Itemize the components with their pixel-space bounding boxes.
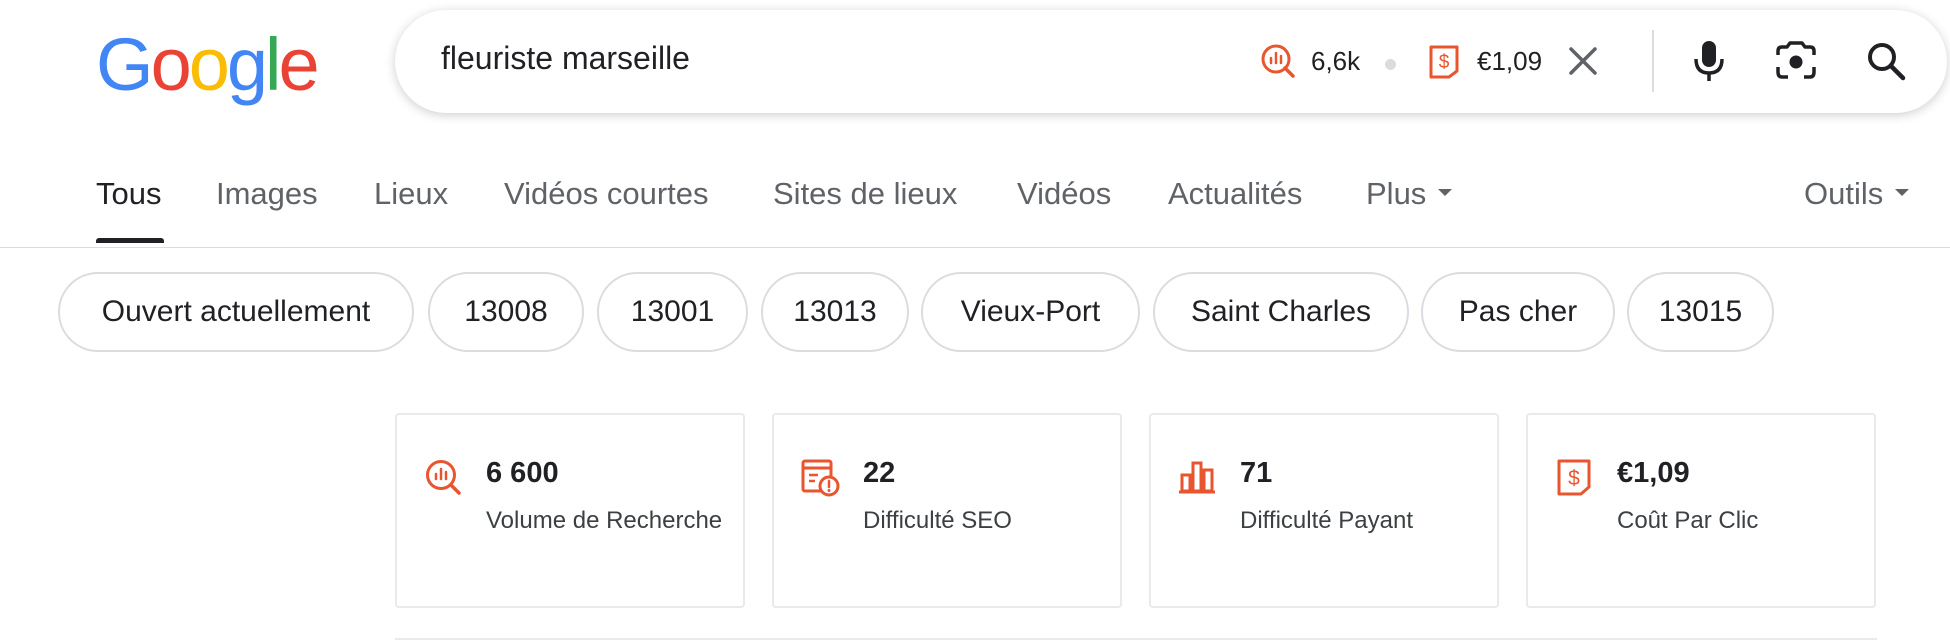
tab-actualites[interactable]: Actualités [1168,176,1302,212]
metric-value: 71 [1240,457,1273,489]
metric-card-cpc: $ €1,09 Coût Par Clic [1526,413,1876,608]
search-button[interactable] [1861,36,1911,86]
tools-menu[interactable]: Outils [1804,176,1910,212]
chevron-down-icon [1895,189,1910,197]
close-icon [1569,47,1597,75]
filter-chip[interactable]: Saint Charles [1153,272,1409,352]
cpc-icon: $ [1429,45,1459,79]
search-input[interactable]: fleuriste marseille [441,40,690,77]
metric-label: Volume de Recherche [486,507,723,534]
logo-letter: o [188,23,230,106]
seo-difficulty-icon [801,459,840,497]
logo-letter: g [226,23,268,106]
separator-dot [1385,59,1396,70]
tab-label: Tous [96,176,162,211]
volume-icon [1261,44,1295,78]
active-tab-indicator [96,238,164,243]
volume-value: 6,6k [1311,45,1361,76]
lens-icon [1776,41,1816,79]
tab-tous[interactable]: Tous [96,176,164,243]
metric-value: 6 600 [486,457,559,489]
search-icon [1868,43,1906,81]
clear-button[interactable] [1558,36,1608,86]
tools-label: Outils [1804,176,1884,211]
metric-label: Difficulté SEO [863,507,1012,534]
cpc-badge: $ €1,09 [1425,36,1542,86]
svg-text:$: $ [1439,52,1450,73]
tab-videos-courtes[interactable]: Vidéos courtes [504,176,709,212]
tabs-divider [0,247,1950,248]
metric-label: Difficulté Payant [1240,507,1413,534]
image-search-button[interactable] [1771,36,1821,86]
tab-images[interactable]: Images [216,176,318,212]
logo-letter: G [96,23,154,106]
chevron-down-icon [1438,189,1453,197]
voice-search-button[interactable] [1684,36,1734,86]
next-panel-edge [395,638,1877,640]
metric-value: €1,09 [1617,457,1690,489]
metric-card-paid-difficulty: 71 Difficulté Payant [1149,413,1499,608]
filter-chip[interactable]: 13015 [1627,272,1774,352]
volume-icon [426,460,461,495]
metric-label: Coût Par Clic [1617,507,1759,534]
filter-chip[interactable]: 13008 [428,272,584,352]
search-bar[interactable]: fleuriste marseille 6,6k $ €1,09 [395,10,1947,113]
tab-videos[interactable]: Vidéos [1017,176,1111,212]
filter-chip[interactable]: Ouvert actuellement [58,272,414,352]
filter-chip[interactable]: 13013 [761,272,909,352]
metric-card-seo-difficulty: 22 Difficulté SEO [772,413,1122,608]
tab-label: Plus [1366,176,1427,211]
search-volume-badge: 6,6k [1259,36,1360,86]
cpc-value: €1,09 [1477,45,1543,76]
divider [1652,30,1654,92]
filter-chip[interactable]: 13001 [597,272,748,352]
filter-chip[interactable]: Vieux-Port [921,272,1140,352]
filter-chip[interactable]: Pas cher [1421,272,1615,352]
cpc-icon: $ [1557,459,1591,496]
logo-letter: o [150,23,192,106]
metric-card-volume: 6 600 Volume de Recherche [395,413,745,608]
metric-value: 22 [863,457,896,489]
google-logo[interactable]: Google [96,23,320,106]
tab-sites-de-lieux[interactable]: Sites de lieux [773,176,957,212]
mic-icon [1694,41,1724,81]
tab-lieux[interactable]: Lieux [374,176,448,212]
svg-text:$: $ [1568,467,1580,490]
logo-letter: e [278,23,319,106]
tab-plus[interactable]: Plus [1366,176,1453,212]
logo-letter: l [265,23,282,106]
paid-difficulty-icon [1179,461,1215,494]
